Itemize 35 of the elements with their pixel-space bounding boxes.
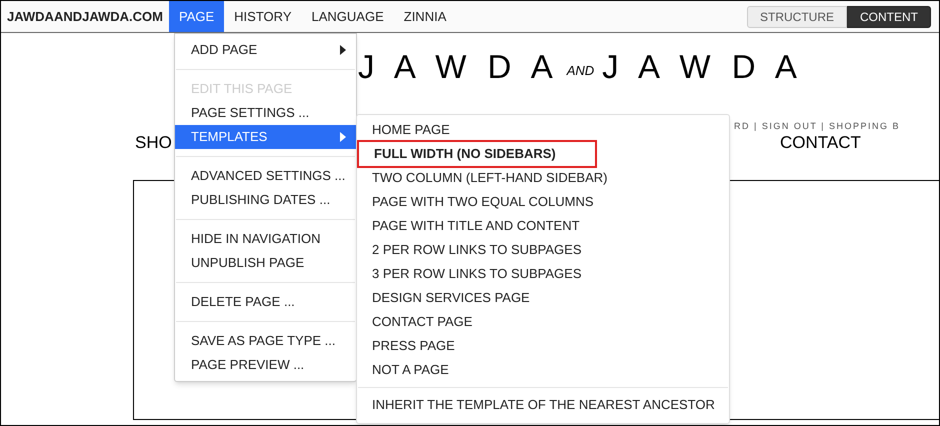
menu-item[interactable]: PUBLISHING DATES ... — [175, 188, 356, 212]
template-option[interactable]: PRESS PAGE — [357, 334, 729, 358]
menu-item[interactable]: PAGE PREVIEW ... — [175, 353, 356, 377]
nav-link[interactable]: CONTACT — [780, 130, 861, 156]
logo-text: AND — [566, 64, 594, 77]
menu-item[interactable]: ADVANCED SETTINGS ... — [175, 164, 356, 188]
nav-link[interactable]: SHO — [135, 130, 172, 156]
menu-tab[interactable]: LANGUAGE — [302, 1, 394, 32]
site-name[interactable]: JAWDAANDJAWDA.COM — [1, 1, 169, 32]
logo-text: J A W D A — [358, 50, 559, 83]
template-option[interactable]: 2 PER ROW LINKS TO SUBPAGES — [357, 238, 729, 262]
menu-tab[interactable]: PAGE — [169, 1, 224, 32]
template-option[interactable]: TWO COLUMN (LEFT-HAND SIDEBAR) — [357, 166, 729, 190]
template-option[interactable]: DESIGN SERVICES PAGE — [357, 286, 729, 310]
menu-tab[interactable]: HISTORY — [224, 1, 302, 32]
menu-item[interactable]: PAGE SETTINGS ... — [175, 101, 356, 125]
template-option[interactable]: INHERIT THE TEMPLATE OF THE NEAREST ANCESTOR — [357, 393, 729, 417]
template-option[interactable]: CONTACT PAGE — [357, 310, 729, 334]
menu-item[interactable]: DELETE PAGE ... — [175, 290, 356, 314]
mode-toggle[interactable]: STRUCTURE — [747, 6, 847, 28]
menu-tab[interactable]: ZINNIA — [394, 1, 456, 32]
account-links[interactable]: RD | SIGN OUT | SHOPPING B — [734, 121, 900, 131]
menu-item[interactable]: TEMPLATES — [175, 125, 356, 149]
menu-item[interactable]: SAVE AS PAGE TYPE ... — [175, 329, 356, 353]
template-option[interactable]: HOME PAGE — [357, 118, 729, 142]
menu-item[interactable]: UNPUBLISH PAGE — [175, 251, 356, 275]
menu-item[interactable]: HIDE IN NAVIGATION — [175, 227, 356, 251]
template-option[interactable]: PAGE WITH TITLE AND CONTENT — [357, 214, 729, 238]
template-option[interactable]: 3 PER ROW LINKS TO SUBPAGES — [357, 262, 729, 286]
template-option[interactable]: PAGE WITH TWO EQUAL COLUMNS — [357, 190, 729, 214]
mode-toggle[interactable]: CONTENT — [847, 6, 931, 28]
logo-text: J A W D A — [602, 50, 803, 83]
template-option[interactable]: FULL WIDTH (NO SIDEBARS) — [359, 142, 595, 166]
template-option[interactable]: NOT A PAGE — [357, 358, 729, 382]
menu-item[interactable]: ADD PAGE — [175, 38, 356, 62]
